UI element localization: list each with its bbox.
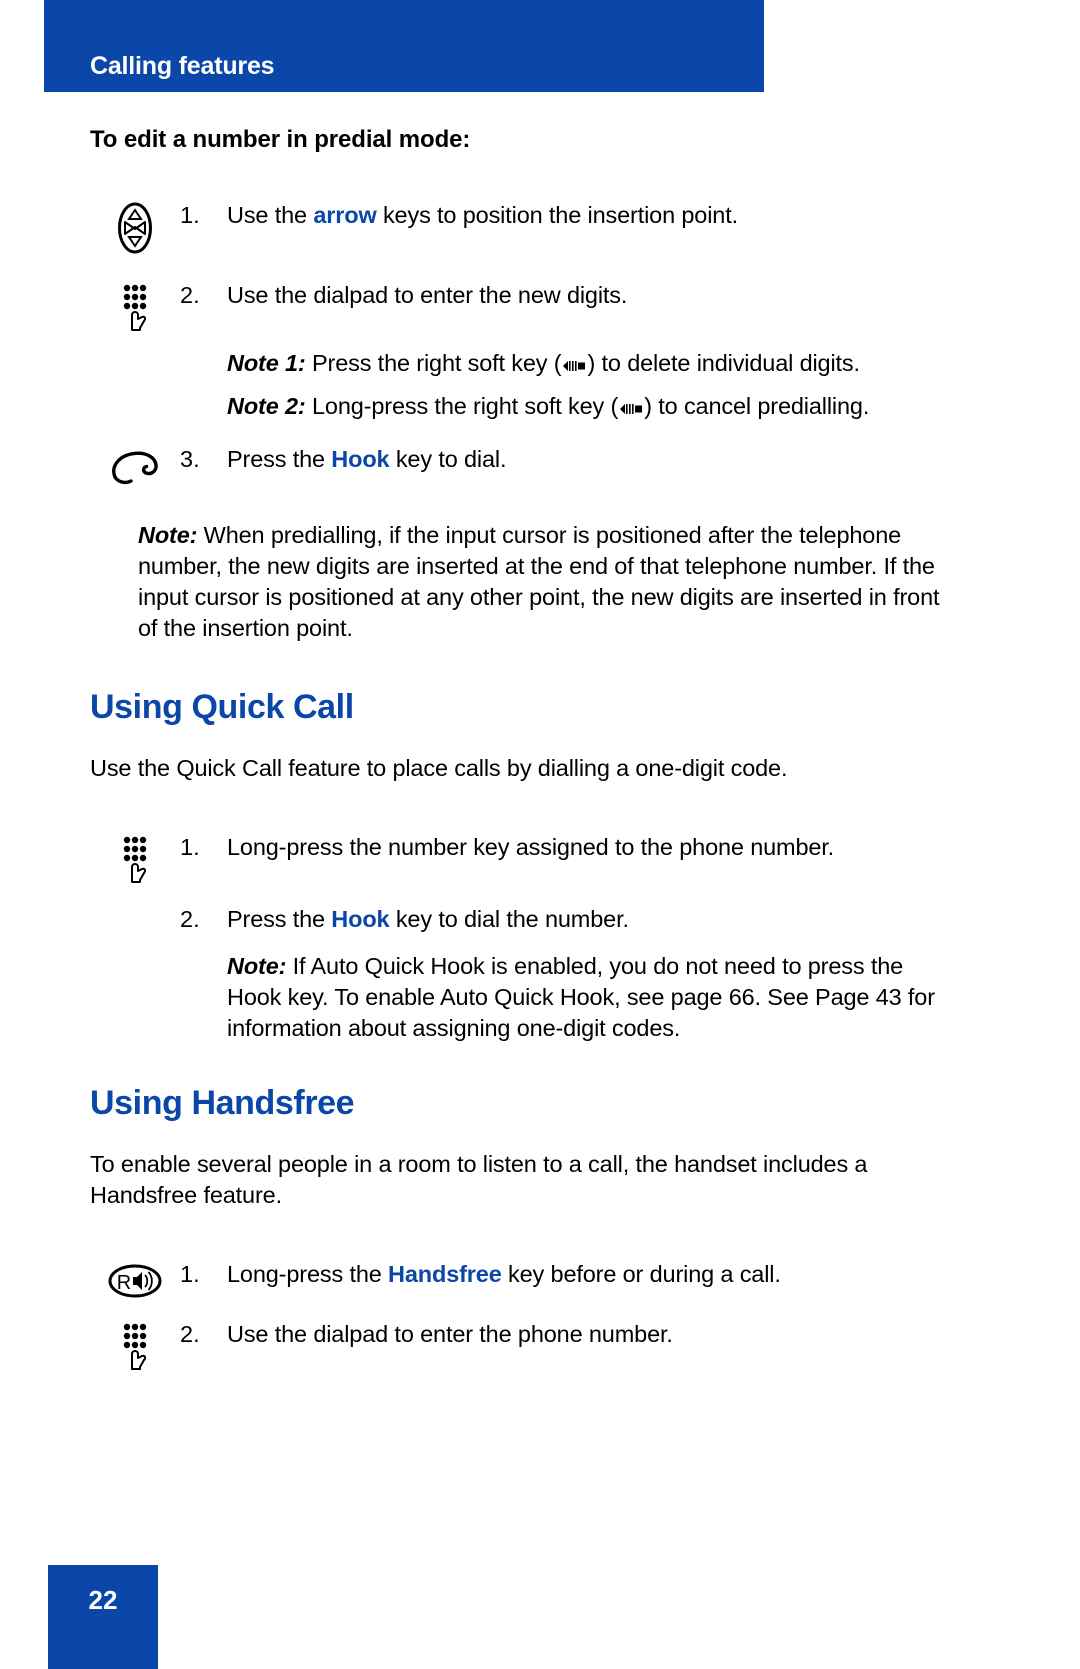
- quick-call-note: Note: If Auto Quick Hook is enabled, you…: [227, 951, 950, 1044]
- step-row: 1. Long-press the number key assigned to…: [90, 832, 950, 886]
- predial-subheading: To edit a number in predial mode:: [90, 126, 471, 153]
- note-lead: Note:: [138, 522, 198, 548]
- step-text: Use the arrow keys to position the inser…: [227, 200, 950, 231]
- note-text-after: ) to cancel predialling.: [644, 393, 870, 419]
- step-number: 3.: [180, 446, 200, 472]
- step-text-before: Use the dialpad to enter the phone numbe…: [227, 1321, 673, 1347]
- step-number: 1.: [180, 202, 200, 228]
- step-icon-cell: R: [90, 1259, 180, 1301]
- step-icon-cell: [90, 1319, 180, 1373]
- note-lead: Note 2:: [227, 393, 306, 419]
- handsfree-intro: To enable several people in a room to li…: [90, 1151, 868, 1208]
- step-text-before: Press the: [227, 906, 332, 932]
- step-row: 2. Use the dialpad to enter the phone nu…: [90, 1319, 950, 1373]
- dialpad-key-icon: [115, 282, 155, 334]
- predial-note-1: Note 1: Press the right soft key ( ) to d…: [227, 348, 950, 379]
- step-keyword: arrow: [313, 202, 377, 228]
- step-text-after: key to dial.: [389, 446, 507, 472]
- step-text-before: Press the: [227, 446, 332, 472]
- step-icon-cell: [90, 280, 180, 334]
- hook-key-icon: [109, 446, 161, 486]
- step-row: 2. Use the dialpad to enter the new digi…: [90, 280, 950, 334]
- step-text-before: Long-press the number key assigned to th…: [227, 834, 835, 860]
- step-text-before: Use the: [227, 202, 314, 228]
- soft-key-glyph-icon: [618, 393, 644, 414]
- step-row: 2. Press the Hook key to dial the number…: [90, 904, 950, 935]
- step-row: R 1. Long-press the Handsfree key before…: [90, 1259, 950, 1301]
- note-text-before: Press the right soft key (: [305, 350, 562, 376]
- step-text-after: key before or during a call.: [501, 1261, 781, 1287]
- step-text: Press the Hook key to dial the number.: [227, 904, 950, 935]
- note-text-after: ) to delete individual digits.: [587, 350, 860, 376]
- step-text: Long-press the number key assigned to th…: [227, 832, 950, 863]
- step-number: 1.: [180, 834, 200, 860]
- svg-text:R: R: [117, 1272, 131, 1294]
- step-text-after: key to dial the number.: [389, 906, 629, 932]
- step-icon-cell: [90, 904, 180, 906]
- page-number: 22: [88, 1585, 118, 1615]
- step-row: 1. Use the arrow keys to position the in…: [90, 200, 950, 254]
- predial-main-note: Note: When predialling, if the input cur…: [138, 520, 950, 644]
- page-header-title: Calling features: [90, 52, 275, 80]
- dialpad-key-icon: [115, 834, 155, 886]
- dialpad-key-icon: [115, 1321, 155, 1373]
- step-keyword: Handsfree: [388, 1261, 502, 1287]
- step-text: Press the Hook key to dial.: [227, 444, 950, 475]
- step-number: 1.: [180, 1261, 200, 1287]
- footer-page-tab: 22: [48, 1565, 158, 1669]
- quick-call-steps-list: 1. Long-press the number key assigned to…: [90, 832, 950, 1044]
- step-icon-cell: [90, 200, 180, 254]
- note-lead: Note 1:: [227, 350, 306, 376]
- page-header-band: Calling features: [44, 0, 764, 92]
- note-text-before: Long-press the right soft key (: [305, 393, 619, 419]
- step-text: Use the dialpad to enter the phone numbe…: [227, 1319, 950, 1350]
- step-keyword: Hook: [331, 906, 390, 932]
- section-heading-handsfree: Using Handsfree: [90, 1084, 355, 1122]
- handsfree-steps-list: R 1. Long-press the Handsfree key before…: [90, 1259, 950, 1373]
- step-number: 2.: [180, 906, 200, 932]
- step-text-before: Long-press the: [227, 1261, 389, 1287]
- soft-key-glyph-icon: [561, 350, 587, 371]
- step-keyword: Hook: [331, 446, 390, 472]
- quick-call-intro: Use the Quick Call feature to place call…: [90, 755, 788, 781]
- page-content: To edit a number in predial mode: 1. Use…: [90, 126, 950, 1373]
- step-icon-cell: [90, 444, 180, 486]
- navigation-arrow-key-icon: [115, 202, 155, 254]
- handsfree-speaker-key-icon: R: [107, 1261, 163, 1301]
- step-text: Use the dialpad to enter the new digits.: [227, 280, 950, 311]
- step-text: Long-press the Handsfree key before or d…: [227, 1259, 950, 1290]
- step-number: 2.: [180, 282, 200, 308]
- section-heading-quick-call: Using Quick Call: [90, 688, 354, 726]
- step-number: 2.: [180, 1321, 200, 1347]
- predial-note-2: Note 2: Long-press the right soft key ()…: [227, 391, 950, 422]
- step-icon-cell: [90, 832, 180, 886]
- step-text-before: Use the dialpad to enter the new digits.: [227, 282, 628, 308]
- note-text: When predialling, if the input cursor is…: [138, 522, 940, 641]
- predial-steps-list: 1. Use the arrow keys to position the in…: [90, 200, 950, 486]
- note-lead: Note:: [227, 953, 287, 979]
- note-text: If Auto Quick Hook is enabled, you do no…: [227, 953, 935, 1041]
- step-text-after: keys to position the insertion point.: [376, 202, 738, 228]
- step-row: 3. Press the Hook key to dial.: [90, 444, 950, 486]
